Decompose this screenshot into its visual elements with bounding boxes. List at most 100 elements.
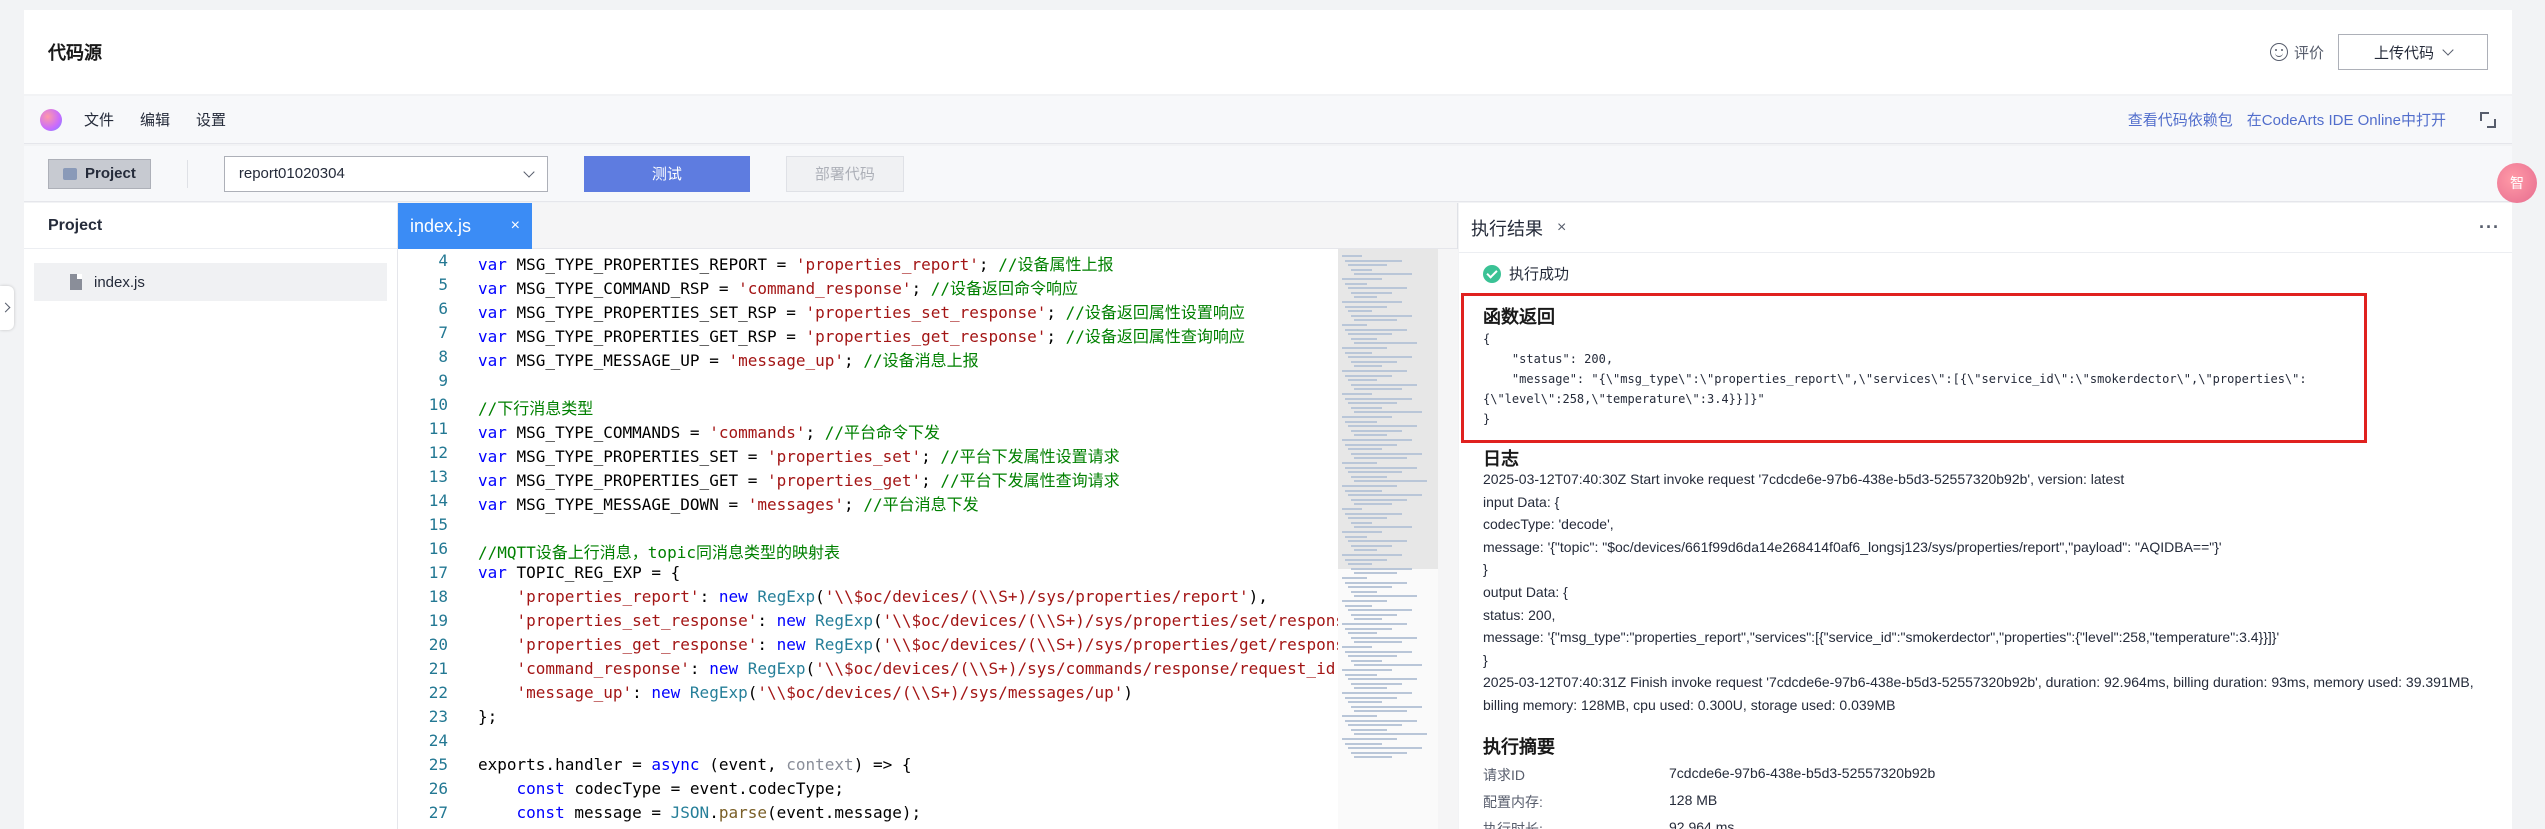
code-token: (: [815, 587, 825, 606]
return-value: { "status": 200, "message": "{\"msg_type…: [1483, 329, 2307, 429]
menu-file[interactable]: 文件: [84, 109, 114, 130]
code-token: ;: [805, 423, 825, 442]
line-number: 18: [428, 587, 448, 606]
more-icon[interactable]: ···: [2479, 217, 2500, 238]
menu-settings[interactable]: 设置: [196, 109, 226, 130]
minimap-line: [1351, 314, 1412, 317]
code-line[interactable]: 8 var MSG_TYPE_MESSAGE_UP = 'message_up';…: [398, 347, 978, 371]
code-line[interactable]: 14 var MSG_TYPE_MESSAGE_DOWN = 'messages'…: [398, 491, 979, 515]
log-line: codecType: 'decode',: [1483, 516, 1614, 533]
line-code: var MSG_TYPE_MESSAGE_DOWN = 'messages'; …: [448, 491, 979, 515]
summary-key: 执行时长:: [1483, 821, 1543, 829]
deploy-code-button[interactable]: 部署代码: [785, 155, 904, 192]
close-icon[interactable]: ×: [511, 217, 520, 235]
code-token: .: [709, 803, 719, 822]
code-line[interactable]: 17 var TOPIC_REG_EXP = {: [398, 563, 681, 587]
minimap-line: [1342, 577, 1367, 579]
code-token: RegExp: [815, 611, 873, 630]
status-text: 执行成功: [1509, 266, 1570, 283]
code-token: :: [757, 611, 777, 630]
minimap-line: [1342, 347, 1387, 349]
code-line[interactable]: 19 'properties_set_response': new RegExp…: [398, 611, 1338, 635]
minimap-line: [1345, 581, 1407, 584]
code-token: :: [699, 587, 719, 606]
menu-edit[interactable]: 编辑: [140, 109, 170, 130]
expand-sidebar-handle[interactable]: [0, 286, 14, 330]
minimap-line: [1342, 416, 1392, 418]
editor-tabs: index.js ×: [398, 203, 1457, 249]
code-line[interactable]: 22 'message_up': new RegExp('\\$oc/devic…: [398, 683, 1133, 707]
summary-key: 配置内存:: [1483, 794, 1543, 810]
minimap-line: [1354, 756, 1392, 759]
log-line: output Data: {: [1483, 583, 1568, 600]
code-token: new: [709, 659, 748, 678]
code-token: new: [776, 611, 816, 630]
view-dependencies-link[interactable]: 查看代码依赖包: [2128, 109, 2233, 130]
file-name: index.js: [94, 273, 145, 291]
smiley-icon: [2269, 43, 2288, 61]
minimap-line: [1345, 305, 1387, 308]
test-event-select[interactable]: report01020304: [223, 155, 548, 192]
tab-execution-result[interactable]: 执行结果 ×: [1471, 215, 1566, 241]
code-line[interactable]: 26 const codecType = event.codecType;: [398, 779, 844, 803]
code-line[interactable]: 7 var MSG_TYPE_PROPERTIES_GET_RSP = 'prop…: [398, 323, 1245, 347]
line-number: 4: [438, 251, 448, 270]
test-button[interactable]: 测试: [583, 155, 750, 192]
code-line[interactable]: 13 var MSG_TYPE_PROPERTIES_GET = 'propert…: [398, 467, 1120, 491]
minimap[interactable]: [1338, 249, 1438, 829]
code-token: var: [478, 495, 517, 514]
vertical-scrollbar[interactable]: [1438, 249, 1458, 829]
code-line[interactable]: 18 'properties_report': new RegExp('\\$o…: [398, 587, 1268, 611]
line-number: 13: [428, 467, 448, 486]
code-token: var: [478, 303, 517, 322]
upload-code-button[interactable]: 上传代码: [2338, 34, 2488, 70]
code-area[interactable]: 4 var MSG_TYPE_PROPERTIES_REPORT = 'prope…: [398, 249, 1338, 829]
code-line[interactable]: 12 var MSG_TYPE_PROPERTIES_SET = 'propert…: [398, 443, 1120, 467]
code-line[interactable]: 20 'properties_get_response': new RegExp…: [398, 635, 1338, 659]
code-line[interactable]: 10 //下行消息类型: [398, 395, 594, 419]
minimap-line: [1351, 613, 1397, 616]
code-line[interactable]: 25 exports.handler = async (event, contex…: [398, 755, 912, 779]
line-code: var TOPIC_REG_EXP = {: [448, 563, 680, 587]
fullscreen-icon[interactable]: [2480, 111, 2496, 128]
minimap-line: [1345, 673, 1377, 676]
code-token: :: [632, 683, 652, 702]
minimap-line: [1342, 439, 1412, 441]
close-icon[interactable]: ×: [1557, 219, 1566, 237]
code-token: var: [478, 563, 517, 582]
log-line: message: '{"msg_type":"properties_report…: [1483, 629, 2280, 646]
code-line[interactable]: 21 'command_response': new RegExp('\\$oc…: [398, 659, 1336, 683]
code-token: ) => {: [853, 755, 912, 774]
minimap-line: [1345, 351, 1372, 354]
code-line[interactable]: 27 const message = JSON.parse(event.mess…: [398, 803, 921, 827]
tab-index-js[interactable]: index.js ×: [398, 203, 532, 249]
open-in-codearts-link[interactable]: 在CodeArts IDE Online中打开: [2247, 109, 2446, 130]
code-line[interactable]: 16 //MQTT设备上行消息，topic同消息类型的映射表: [398, 539, 840, 563]
code-token: MSG_TYPE_PROPERTIES_SET =: [516, 447, 767, 466]
ai-assistant-button[interactable]: 智: [2497, 163, 2537, 203]
code-line[interactable]: 15: [398, 515, 478, 539]
project-toggle-button[interactable]: Project: [48, 158, 151, 189]
file-item-index-js[interactable]: index.js: [34, 263, 387, 301]
minimap-line: [1351, 452, 1422, 455]
code-line[interactable]: 5 var MSG_TYPE_COMMAND_RSP = 'command_res…: [398, 275, 1078, 299]
minimap-line: [1342, 646, 1372, 648]
code-line[interactable]: 11 var MSG_TYPE_COMMANDS = 'commands'; //…: [398, 419, 940, 443]
log-line: }: [1483, 561, 1488, 578]
code-line[interactable]: 23};: [398, 707, 498, 731]
code-line[interactable]: 4 var MSG_TYPE_PROPERTIES_REPORT = 'prope…: [398, 251, 1113, 275]
minimap-line: [1354, 595, 1417, 598]
code-token: new: [776, 635, 816, 654]
code-line[interactable]: 6 var MSG_TYPE_PROPERTIES_SET_RSP = 'prop…: [398, 299, 1245, 323]
code-line[interactable]: 9: [398, 371, 478, 395]
code-line[interactable]: 24: [398, 731, 478, 755]
project-panel-title: Project: [24, 203, 397, 249]
minimap-line: [1348, 448, 1382, 451]
minimap-line: [1354, 687, 1387, 690]
code-token: 'properties_set_response': [805, 303, 1047, 322]
minimap-line: [1354, 296, 1377, 299]
page-title: 代码源: [48, 43, 102, 63]
log-line: 2025-03-12T07:40:31Z Finish invoke reque…: [1483, 674, 2478, 713]
rate-button[interactable]: 评价: [2269, 42, 2324, 63]
code-token: //平台消息下发: [863, 495, 979, 514]
